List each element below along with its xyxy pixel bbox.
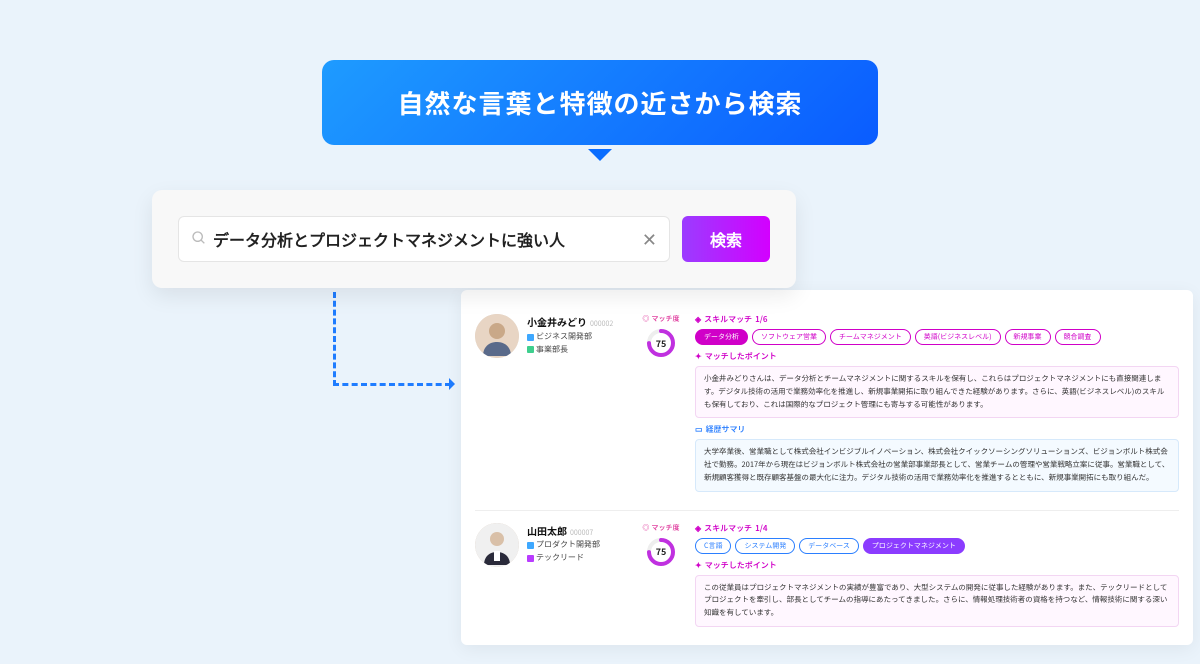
target-icon: ◎: [643, 523, 650, 533]
match-score-block: ◎マッチ度 75: [637, 523, 685, 633]
callout-text: 自然な言葉と特徴の近さから検索: [397, 84, 802, 121]
role-icon: [527, 346, 534, 353]
skill-tag[interactable]: データベース: [799, 538, 859, 554]
score-value: 75: [646, 537, 676, 567]
person-name: 小金井みどり: [527, 314, 587, 329]
doc-icon: ▭: [695, 424, 703, 435]
person-code: 000002: [590, 319, 613, 329]
person-role: テックリード: [536, 552, 584, 565]
person-dept: ビジネス開発部: [536, 331, 592, 344]
clear-icon[interactable]: ✕: [642, 226, 657, 252]
tag-icon: ◈: [695, 523, 701, 534]
skill-tag[interactable]: チームマネジメント: [830, 329, 911, 345]
dept-icon: [527, 542, 534, 549]
skill-tag[interactable]: 競合調査: [1055, 329, 1101, 345]
skill-tag[interactable]: C言語: [695, 538, 731, 554]
search-button[interactable]: 検索: [682, 216, 770, 262]
search-icon: [191, 227, 207, 251]
skill-tag[interactable]: データ分析: [695, 329, 748, 345]
role-icon: [527, 555, 534, 562]
connector-arrow: [333, 292, 451, 386]
search-input[interactable]: [213, 230, 642, 248]
skill-tag[interactable]: ソフトウェア営業: [752, 329, 826, 345]
career-summary-label: 経歴サマリ: [706, 424, 746, 435]
skill-tag[interactable]: 新規事業: [1005, 329, 1051, 345]
match-label: マッチ度: [652, 523, 680, 533]
search-panel: ✕ 検索: [152, 190, 796, 288]
skill-tag[interactable]: プロジェクトマネジメント: [863, 538, 965, 554]
spark-icon: ✦: [695, 351, 702, 362]
results-panel: 小金井みどり000002 ビジネス開発部 事業部長 ◎マッチ度 75 ◈スキルマ…: [461, 290, 1193, 645]
search-input-wrap[interactable]: ✕: [178, 216, 670, 262]
feature-callout: 自然な言葉と特徴の近さから検索: [322, 60, 878, 145]
skill-ratio: 1/6: [755, 314, 767, 325]
result-details: ◈スキルマッチ 1/4 C言語 システム開発 データベース プロジェクトマネジメ…: [695, 523, 1179, 633]
matched-points-label: マッチしたポイント: [705, 351, 777, 362]
person-role: 事業部長: [536, 344, 568, 357]
person-code: 000007: [570, 528, 593, 538]
score-value: 75: [646, 328, 676, 358]
avatar: [475, 314, 519, 358]
result-details: ◈スキルマッチ 1/6 データ分析 ソフトウェア営業 チームマネジメント 英語(…: [695, 314, 1179, 498]
avatar: [475, 523, 519, 567]
score-ring: 75: [646, 328, 676, 358]
skill-match-label: スキルマッチ: [704, 314, 752, 325]
target-icon: ◎: [643, 314, 650, 324]
skill-tag[interactable]: システム開発: [735, 538, 795, 554]
matched-points-label: マッチしたポイント: [705, 560, 777, 571]
score-ring: 75: [646, 537, 676, 567]
skill-ratio: 1/4: [755, 523, 767, 534]
matched-points-text: この従業員はプロジェクトマネジメントの実績が豊富であり、大型システムの開発に従事…: [695, 575, 1179, 627]
tag-list: データ分析 ソフトウェア営業 チームマネジメント 英語(ビジネスレベル) 新規事…: [695, 329, 1179, 345]
profile-block: 山田太郎000007 プロダクト開発部 テックリード: [475, 523, 627, 633]
matched-points-text: 小金井みどりさんは、データ分析とチームマネジメントに関するスキルを保有し、これら…: [695, 366, 1179, 418]
person-dept: プロダクト開発部: [536, 539, 600, 552]
skill-match-label: スキルマッチ: [704, 523, 752, 534]
skill-tag[interactable]: 英語(ビジネスレベル): [915, 329, 1001, 345]
match-label: マッチ度: [652, 314, 680, 324]
tag-list: C言語 システム開発 データベース プロジェクトマネジメント: [695, 538, 1179, 554]
tag-icon: ◈: [695, 314, 701, 325]
spark-icon: ✦: [695, 560, 702, 571]
person-name: 山田太郎: [527, 523, 567, 538]
career-summary-text: 大学卒業後、営業職として株式会社インビジブルイノベーション、株式会社クイックソー…: [695, 439, 1179, 491]
result-card: 小金井みどり000002 ビジネス開発部 事業部長 ◎マッチ度 75 ◈スキルマ…: [475, 302, 1179, 510]
result-card: 山田太郎000007 プロダクト開発部 テックリード ◎マッチ度 75 ◈スキル…: [475, 510, 1179, 645]
dept-icon: [527, 334, 534, 341]
profile-block: 小金井みどり000002 ビジネス開発部 事業部長: [475, 314, 627, 498]
match-score-block: ◎マッチ度 75: [637, 314, 685, 498]
